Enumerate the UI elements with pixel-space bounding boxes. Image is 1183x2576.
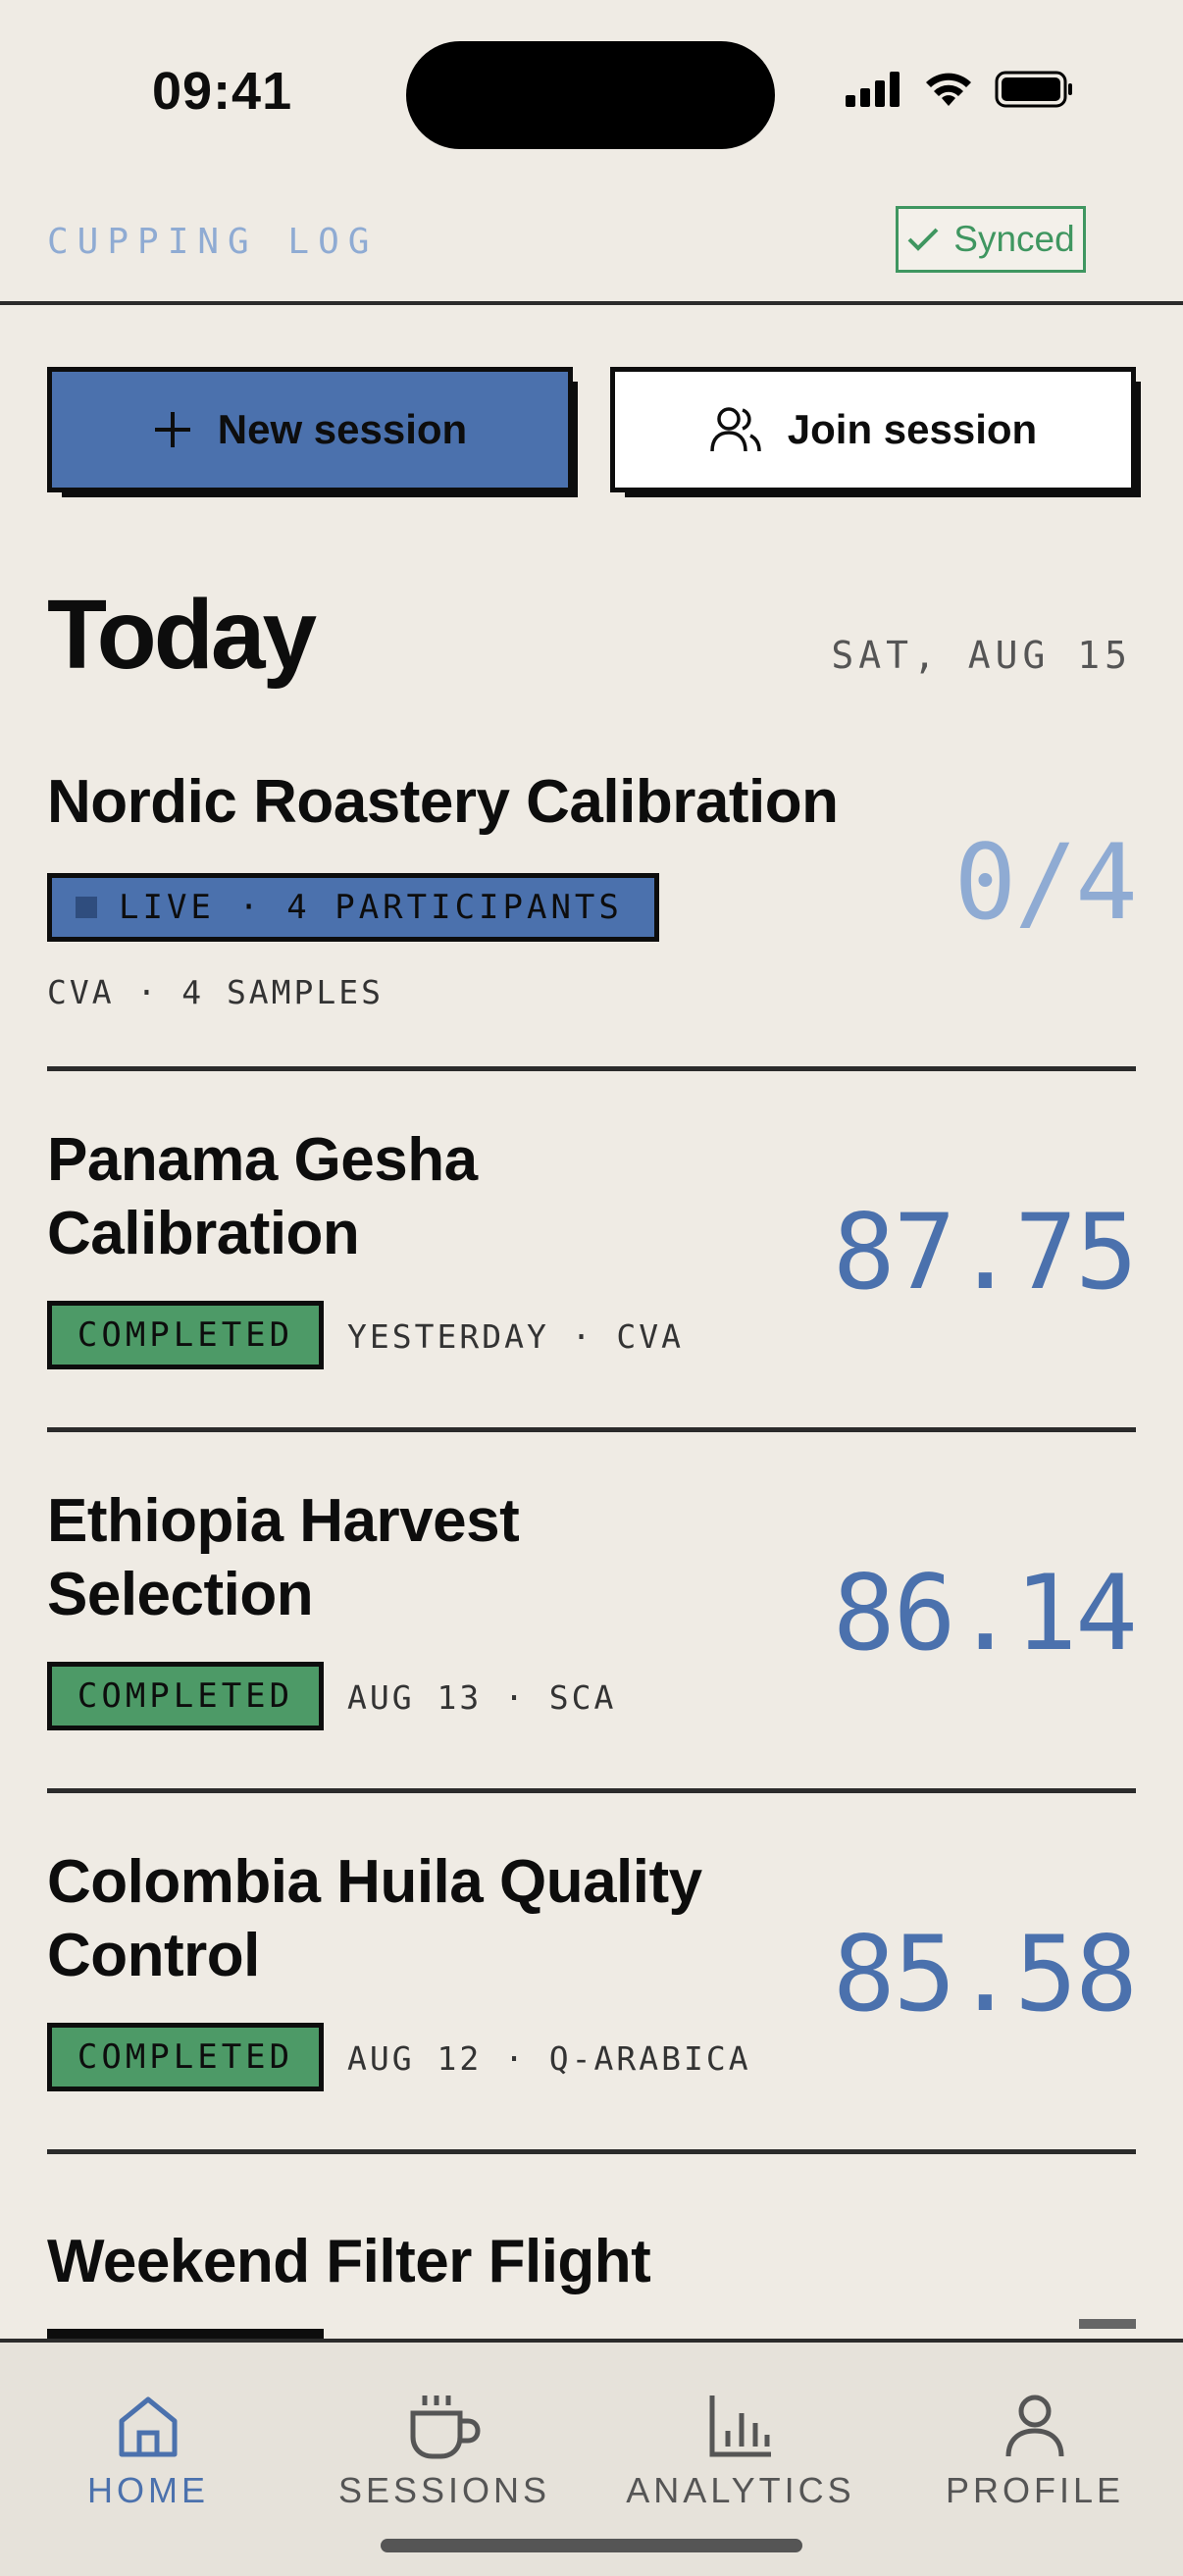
join-session-button[interactable]: Join session bbox=[610, 367, 1141, 497]
row-divider bbox=[47, 1427, 1136, 1432]
battery-icon bbox=[995, 71, 1072, 108]
nav-sessions[interactable]: SESSIONS bbox=[296, 2392, 592, 2511]
new-session-label: New session bbox=[217, 406, 468, 452]
status-icons bbox=[846, 71, 1073, 108]
nav-analytics[interactable]: ANALYTICS bbox=[592, 2392, 889, 2511]
home-icon bbox=[119, 2396, 178, 2457]
completed-badge: COMPLETED bbox=[47, 1662, 324, 1730]
nav-home[interactable]: HOME bbox=[0, 2392, 296, 2511]
session-title: Nordic Roastery Calibration bbox=[47, 768, 839, 836]
session-row[interactable]: Nordic Roastery Calibration LIVE · 4 PAR… bbox=[47, 765, 1138, 1059]
plus-icon bbox=[154, 412, 190, 447]
session-meta: CVA · 4 SAMPLES bbox=[47, 973, 385, 1011]
check-icon bbox=[907, 228, 939, 251]
session-meta: AUG 12 · Q-ARABICA bbox=[347, 2039, 751, 2078]
cup-icon bbox=[410, 2396, 481, 2459]
wifi-icon bbox=[926, 73, 971, 106]
status-time: 09:41 bbox=[152, 62, 293, 121]
live-status-badge: LIVE · 4 PARTICIPANTS bbox=[47, 873, 659, 942]
nav-label-home: HOME bbox=[87, 2470, 209, 2510]
nav-label-analytics: ANALYTICS bbox=[626, 2470, 855, 2510]
completed-badge: COMPLETED bbox=[47, 2023, 324, 2091]
nav-profile[interactable]: PROFILE bbox=[887, 2392, 1183, 2511]
row-divider bbox=[47, 1788, 1136, 1793]
session-row[interactable]: Colombia Huila Quality Control COMPLETED… bbox=[47, 1845, 1138, 2110]
header-divider bbox=[0, 301, 1183, 305]
section-date: SAT, AUG 15 bbox=[831, 634, 1132, 677]
home-indicator[interactable] bbox=[381, 2539, 802, 2552]
session-meta: AUG 13 · SCA bbox=[347, 1678, 617, 1717]
users-icon bbox=[710, 407, 761, 452]
score-edge bbox=[1079, 2319, 1136, 2329]
session-score: 87.75 bbox=[832, 1192, 1138, 1313]
session-progress: 0/4 bbox=[953, 822, 1138, 943]
live-indicator-icon bbox=[76, 897, 97, 918]
session-title-line-2: Control bbox=[47, 1922, 260, 1989]
nav-label-sessions: SESSIONS bbox=[337, 2470, 551, 2510]
session-title-line-1: Ethiopia Harvest bbox=[47, 1487, 520, 1555]
row-divider bbox=[47, 1066, 1136, 1071]
session-score: 85.58 bbox=[832, 1914, 1138, 2035]
session-row[interactable]: Panama Gesha Calibration COMPLETED YESTE… bbox=[47, 1123, 1138, 1388]
new-session-button[interactable]: New session bbox=[47, 367, 578, 497]
dynamic-island bbox=[406, 41, 775, 149]
session-title-line-1: Colombia Huila Quality bbox=[47, 1848, 702, 1916]
badge-edge bbox=[47, 2329, 324, 2339]
sync-label: Synced bbox=[953, 219, 1075, 259]
session-title-line-2: Calibration bbox=[47, 1200, 360, 1267]
completed-badge: COMPLETED bbox=[47, 1301, 324, 1369]
session-score: 86.14 bbox=[832, 1553, 1138, 1674]
section-title: Today bbox=[47, 580, 317, 690]
session-row[interactable]: Weekend Filter Flight bbox=[47, 2225, 1136, 2333]
app-title: CUPPING LOG bbox=[47, 222, 379, 262]
session-meta: YESTERDAY · CVA bbox=[347, 1317, 685, 1356]
row-divider bbox=[47, 2149, 1136, 2154]
user-icon bbox=[1005, 2395, 1064, 2457]
session-title-line-1: Panama Gesha bbox=[47, 1126, 478, 1194]
session-title-line-2: Selection bbox=[47, 1561, 314, 1628]
session-title: Weekend Filter Flight bbox=[47, 2228, 651, 2295]
signal-icon bbox=[846, 72, 900, 107]
nav-label-profile: PROFILE bbox=[945, 2470, 1125, 2510]
join-session-label: Join session bbox=[787, 406, 1038, 452]
sync-status-badge[interactable]: Synced bbox=[896, 206, 1086, 273]
session-row[interactable]: Ethiopia Harvest Selection COMPLETED AUG… bbox=[47, 1484, 1138, 1749]
badge-label: LIVE · 4 PARTICIPANTS bbox=[119, 888, 623, 927]
bar-chart-icon bbox=[709, 2396, 771, 2457]
